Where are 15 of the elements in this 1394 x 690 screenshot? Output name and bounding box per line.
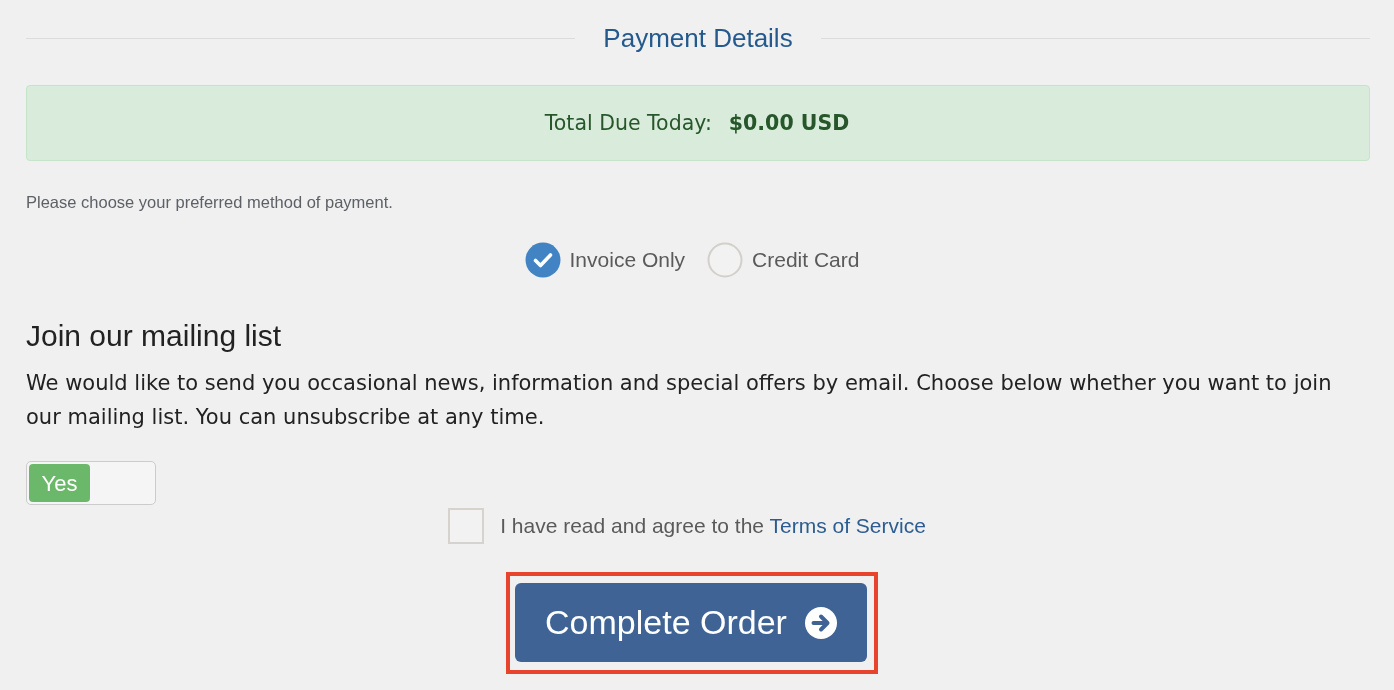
radio-checked-icon[interactable]: [524, 242, 561, 278]
payment-method-option[interactable]: Credit Card: [707, 242, 860, 278]
section-title: Payment Details: [603, 22, 793, 54]
payment-prompt: Please choose your preferred method of payment.: [26, 192, 394, 212]
total-due-label: Total Due Today:: [544, 109, 712, 137]
mailing-list-title: Join our mailing list: [26, 318, 283, 354]
complete-order-button[interactable]: Complete Order: [515, 583, 867, 662]
total-due-amount: $0.00 USD: [728, 109, 850, 137]
payment-method-option[interactable]: Invoice Only: [524, 242, 686, 278]
arrow-circle-icon: [804, 606, 837, 639]
mailing-list-description: We would like to send you occasional news, information and special offers by email. Choose below whether you want to join our mailing list. You can unsubscribe at any time.: [26, 370, 1333, 431]
terms-checkbox[interactable]: [448, 508, 485, 544]
radio-icon[interactable]: [707, 242, 744, 278]
terms-link[interactable]: Terms of Service: [769, 514, 926, 538]
terms-text: I have read and agree to the Terms of Service: [500, 513, 926, 540]
